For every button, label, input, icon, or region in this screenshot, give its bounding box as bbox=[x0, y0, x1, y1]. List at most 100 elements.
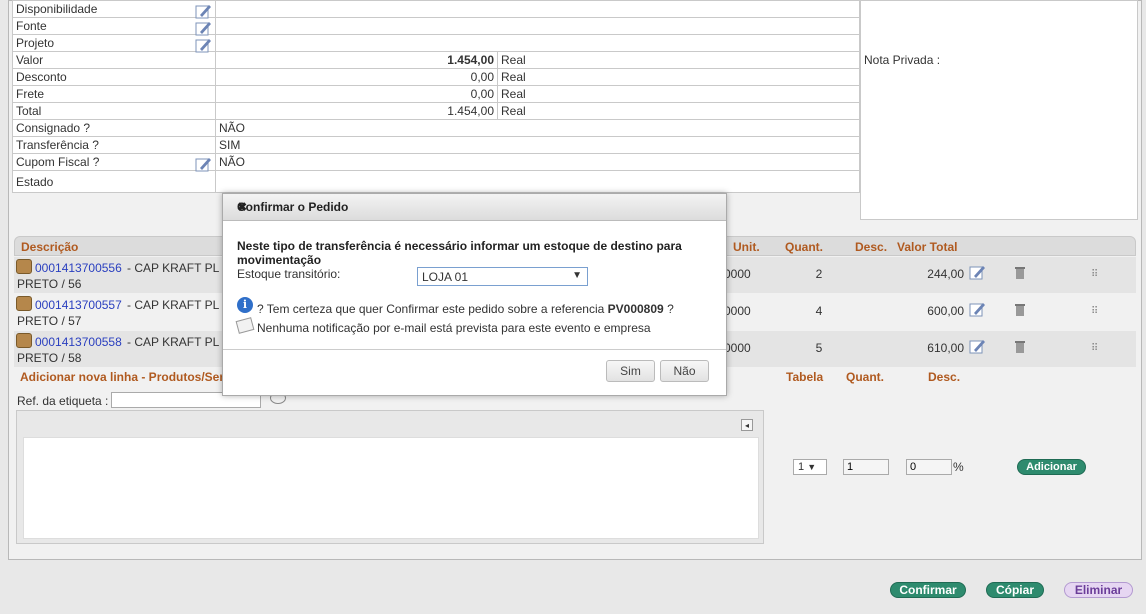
prop-label: Frete bbox=[12, 85, 216, 103]
nao-button[interactable]: Não bbox=[660, 360, 709, 382]
col-tabela: Tabela bbox=[786, 370, 824, 384]
product-variant: PRETO / 58 bbox=[17, 351, 82, 365]
percent-label: % bbox=[953, 460, 964, 474]
total-value: 244,00 bbox=[927, 267, 964, 281]
prop-row: Fonte bbox=[12, 17, 860, 36]
prop-value: NÃO bbox=[215, 153, 860, 171]
reference-code: PV000809 bbox=[607, 302, 664, 316]
dialog-message: Neste tipo de transferência é necessário… bbox=[237, 239, 682, 267]
total-value: 600,00 bbox=[927, 304, 964, 318]
prop-label: Consignado ? bbox=[12, 119, 216, 137]
prop-row: Cupom Fiscal ? NÃO bbox=[12, 153, 860, 172]
trash-icon[interactable] bbox=[1014, 302, 1026, 316]
new-line-editor: ◂ bbox=[16, 410, 764, 544]
product-desc: - CAP KRAFT PL bbox=[127, 335, 220, 349]
product-box-icon bbox=[16, 333, 32, 348]
close-icon[interactable]: ✖ bbox=[237, 200, 716, 214]
prop-value: 0,00 bbox=[215, 85, 498, 103]
prop-row: Consignado ? NÃO bbox=[12, 119, 860, 137]
drag-handle-icon[interactable]: ⠿ bbox=[1091, 343, 1098, 354]
private-note-box[interactable]: Nota Privada : bbox=[860, 0, 1138, 220]
product-variant: PRETO / 57 bbox=[17, 314, 82, 328]
dialog-titlebar: Confirmar o Pedido ✖ bbox=[223, 194, 726, 221]
prop-row: Desconto 0,00 Real bbox=[12, 68, 860, 86]
eliminar-button[interactable]: Eliminar bbox=[1064, 582, 1133, 598]
prop-row: Estado bbox=[12, 170, 860, 193]
copiar-button[interactable]: Cópiar bbox=[986, 582, 1044, 598]
product-code-link[interactable]: 0001413700556 bbox=[35, 261, 122, 275]
prop-row: Valor 1.454,00 Real bbox=[12, 51, 860, 69]
prop-value bbox=[215, 170, 860, 193]
info-icon: i bbox=[237, 297, 253, 313]
tabela-select[interactable]: 1 ▼ bbox=[793, 459, 827, 475]
col-desc: Desc. bbox=[855, 240, 888, 254]
quantity: 2 bbox=[815, 267, 823, 281]
total-value: 610,00 bbox=[927, 341, 964, 355]
edit-icon[interactable] bbox=[969, 264, 986, 280]
prop-value: 1.454,00 bbox=[215, 51, 498, 69]
private-note-label: Nota Privada : bbox=[864, 53, 941, 67]
add-line-label: Adicionar nova linha - Produtos/Ser bbox=[20, 370, 225, 384]
dialog-divider bbox=[223, 349, 726, 350]
prop-row: Transferência ? SIM bbox=[12, 136, 860, 154]
prop-value: NÃO bbox=[215, 119, 860, 137]
estoque-label: Estoque transitório: bbox=[237, 267, 341, 281]
col-unit: Unit. bbox=[733, 240, 760, 254]
trash-icon[interactable] bbox=[1014, 339, 1026, 353]
adicionar-button[interactable]: Adicionar bbox=[1017, 459, 1086, 475]
product-code-link[interactable]: 0001413700558 bbox=[35, 335, 122, 349]
prop-label: Total bbox=[12, 102, 216, 120]
quant-input[interactable] bbox=[843, 459, 889, 475]
estoque-select[interactable]: LOJA 01 ▼ bbox=[417, 267, 588, 286]
prop-label: Disponibilidade bbox=[16, 2, 98, 16]
product-code-link[interactable]: 0001413700557 bbox=[35, 298, 122, 312]
prop-label: Estado bbox=[12, 170, 216, 193]
col-descricao: Descrição bbox=[21, 240, 79, 254]
edit-icon[interactable] bbox=[969, 338, 986, 354]
sim-button[interactable]: Sim bbox=[606, 360, 655, 382]
product-variant: PRETO / 56 bbox=[17, 277, 82, 291]
prop-value: 1.454,00 bbox=[215, 102, 498, 120]
prop-label: Valor bbox=[12, 51, 216, 69]
prop-value: SIM bbox=[215, 136, 860, 154]
collapse-arrow-icon[interactable]: ◂ bbox=[741, 419, 753, 431]
prop-label: Fonte bbox=[16, 19, 47, 33]
desc-input[interactable] bbox=[906, 459, 952, 475]
confirmar-button[interactable]: Confirmar bbox=[890, 582, 966, 598]
drag-handle-icon[interactable]: ⠿ bbox=[1091, 269, 1098, 280]
col-valor-total: Valor Total bbox=[897, 240, 958, 254]
prop-unit: Real bbox=[497, 85, 860, 103]
quantity: 5 bbox=[815, 341, 823, 355]
confirm-question: ? Tem certeza que quer Confirmar este pe… bbox=[257, 302, 674, 316]
product-box-icon bbox=[16, 296, 32, 311]
notification-note: Nenhuma notificação por e-mail está prev… bbox=[257, 321, 651, 335]
prop-row: Projeto bbox=[12, 34, 860, 53]
prop-row: Disponibilidade bbox=[12, 0, 860, 19]
edit-icon[interactable] bbox=[969, 301, 986, 317]
col-quant: Quant. bbox=[846, 370, 884, 384]
chevron-down-icon: ▼ bbox=[572, 270, 582, 281]
col-desc: Desc. bbox=[928, 370, 961, 384]
quantity: 4 bbox=[815, 304, 823, 318]
prop-label: Desconto bbox=[12, 68, 216, 86]
prop-row: Frete 0,00 Real bbox=[12, 85, 860, 103]
prop-label: Cupom Fiscal ? bbox=[16, 155, 100, 169]
prop-value: 0,00 bbox=[215, 68, 498, 86]
col-quant: Quant. bbox=[785, 240, 823, 254]
drag-handle-icon[interactable]: ⠿ bbox=[1091, 306, 1098, 317]
prop-row: Total 1.454,00 Real bbox=[12, 102, 860, 120]
prop-unit: Real bbox=[497, 51, 860, 69]
prop-label: Transferência ? bbox=[12, 136, 216, 154]
prop-unit: Real bbox=[497, 68, 860, 86]
product-desc: - CAP KRAFT PL bbox=[127, 261, 220, 275]
order-properties-table: Disponibilidade Fonte Projeto Valor 1.45… bbox=[12, 0, 860, 193]
mail-icon bbox=[235, 317, 255, 334]
description-textarea[interactable] bbox=[23, 437, 759, 539]
product-desc: - CAP KRAFT PL bbox=[127, 298, 220, 312]
product-box-icon bbox=[16, 259, 32, 274]
prop-unit: Real bbox=[497, 102, 860, 120]
confirm-order-dialog: Confirmar o Pedido ✖ Neste tipo de trans… bbox=[222, 193, 727, 396]
prop-label: Projeto bbox=[16, 36, 55, 50]
trash-icon[interactable] bbox=[1014, 265, 1026, 279]
ref-etiqueta-label: Ref. da etiqueta : bbox=[17, 394, 109, 408]
